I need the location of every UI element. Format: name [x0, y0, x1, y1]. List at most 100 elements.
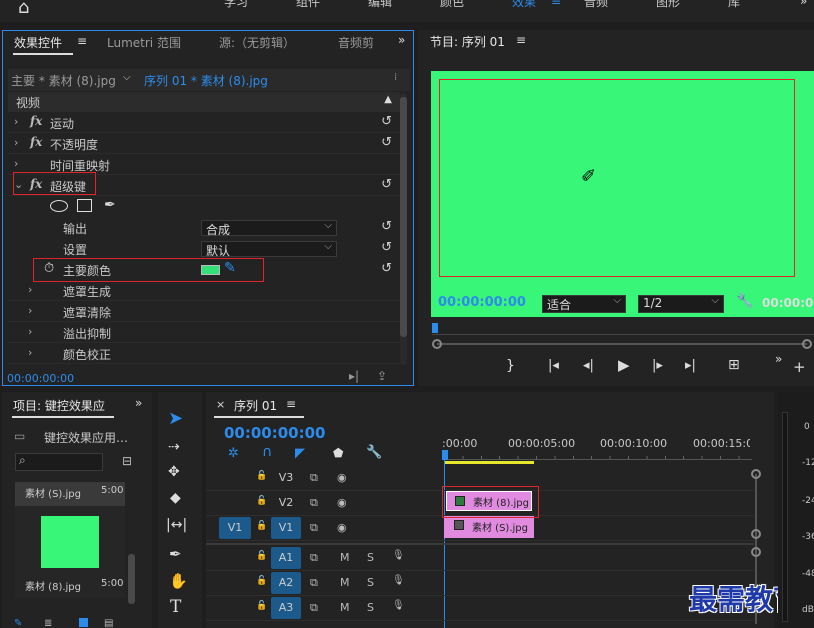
- clip-thumbnail[interactable]: [41, 516, 99, 568]
- sync-lock-icon[interactable]: ⧉: [310, 551, 318, 565]
- param-group-matte-cleanup[interactable]: › 遮罩清除: [8, 302, 400, 322]
- freeform-view-icon[interactable]: ▤: [104, 618, 113, 628]
- overflow-chevron-icon[interactable]: »: [775, 352, 782, 366]
- pen-tool-icon[interactable]: ✒: [169, 545, 182, 563]
- chevron-right-icon[interactable]: ›: [28, 325, 32, 338]
- timeline-title[interactable]: 序列 01: [234, 397, 277, 414]
- hand-tool-icon[interactable]: ✋: [169, 572, 188, 590]
- bin-name[interactable]: 键控效果应用…: [44, 429, 128, 446]
- program-screen[interactable]: ✐: [431, 71, 814, 317]
- reset-icon[interactable]: ↺: [381, 135, 392, 150]
- chevron-right-icon[interactable]: ›: [28, 304, 32, 317]
- track-name-label[interactable]: A2: [271, 572, 301, 594]
- mute-button[interactable]: M: [340, 551, 350, 564]
- step-back-icon[interactable]: ◂|: [583, 358, 594, 373]
- track-row-a1[interactable]: 🔓 A1 ⧉ M S 🎙: [206, 547, 754, 571]
- monitor-scrub-bar[interactable]: [432, 323, 814, 335]
- program-monitor-title[interactable]: 节目: 序列 01: [430, 33, 505, 50]
- sync-lock-icon[interactable]: ⧉: [310, 601, 318, 615]
- lock-icon[interactable]: 🔓: [256, 551, 267, 561]
- sync-lock-icon[interactable]: ⧉: [310, 471, 318, 485]
- timeline-timecode[interactable]: 00:00:00:00: [224, 424, 326, 442]
- lock-icon[interactable]: 🔓: [256, 576, 267, 586]
- rectangle-mask-icon[interactable]: [77, 199, 92, 212]
- workspace-tab-editing[interactable]: 编辑: [368, 0, 392, 10]
- sync-lock-icon[interactable]: ⧉: [310, 496, 318, 510]
- lock-icon[interactable]: 🔓: [256, 601, 267, 611]
- reset-icon[interactable]: ↺: [381, 219, 392, 234]
- wrench-icon[interactable]: 🔧: [736, 293, 753, 309]
- project-scrollbar[interactable]: [128, 554, 135, 604]
- workspace-tab-learn[interactable]: 学习: [224, 0, 248, 10]
- solo-button[interactable]: S: [367, 551, 374, 564]
- effect-row-opacity[interactable]: › fx 不透明度 ↺: [8, 134, 400, 154]
- fx-icon[interactable]: fx: [30, 135, 42, 149]
- playhead-head[interactable]: [442, 450, 448, 460]
- solo-button[interactable]: S: [367, 576, 374, 589]
- clip-v1[interactable]: 素材 (S).jpg: [444, 516, 534, 538]
- chevron-right-icon[interactable]: ›: [28, 283, 32, 296]
- insert-sequence-icon[interactable]: ◤: [295, 446, 305, 461]
- effect-row-time-remap[interactable]: › 时间重映射: [8, 155, 400, 175]
- play-audio-icon[interactable]: ▸|: [349, 369, 359, 383]
- panel-menu-icon[interactable]: ≡: [516, 33, 526, 47]
- mute-button[interactable]: M: [340, 576, 350, 589]
- chevron-right-icon[interactable]: ›: [28, 346, 32, 359]
- track-select-tool-icon[interactable]: ⇢: [168, 439, 180, 455]
- ripple-edit-tool-icon[interactable]: ✥: [168, 464, 180, 480]
- project-item-1[interactable]: 素材 (S).jpg 5:00: [15, 482, 125, 506]
- workspace-tab-color[interactable]: 颜色: [440, 0, 464, 10]
- track-name-label[interactable]: A3: [271, 597, 301, 619]
- timeline-ruler[interactable]: [444, 450, 752, 460]
- tab-source[interactable]: 源:（无剪辑）: [219, 34, 295, 51]
- setting-dropdown[interactable]: 默认 ⌵: [201, 241, 337, 258]
- chevron-down-icon[interactable]: ⌄: [14, 178, 23, 191]
- solo-button[interactable]: S: [367, 601, 374, 614]
- workspace-tab-libraries[interactable]: 库: [728, 0, 740, 10]
- stopwatch-icon[interactable]: ⏱: [44, 261, 54, 276]
- project-title[interactable]: 项目: 键控效果应: [13, 397, 116, 414]
- chevron-down-icon[interactable]: ⌵: [123, 72, 131, 83]
- eye-icon[interactable]: ◉: [337, 521, 347, 534]
- ellipse-mask-icon[interactable]: [50, 200, 68, 212]
- go-to-in-icon[interactable]: |◂: [548, 358, 559, 373]
- linked-selection-icon[interactable]: ∩: [262, 444, 272, 460]
- track-row-a2[interactable]: 🔓 A2 ⧉ M S 🎙: [206, 572, 754, 596]
- fx-icon[interactable]: fx: [30, 114, 42, 128]
- snap-icon[interactable]: ✲: [228, 446, 239, 461]
- insert-icon[interactable]: ⊞: [728, 357, 740, 373]
- master-clip-label[interactable]: 主要 * 素材 (8).jpg: [11, 72, 116, 89]
- collapse-up-icon[interactable]: ▲: [384, 94, 392, 105]
- lock-icon[interactable]: 🔓: [256, 496, 267, 506]
- razor-tool-icon[interactable]: ◆: [170, 490, 181, 506]
- playhead-marker[interactable]: [432, 323, 438, 333]
- selection-tool-icon[interactable]: ➤: [168, 408, 183, 429]
- wrench-icon[interactable]: 🔧: [366, 445, 382, 460]
- source-patch-label[interactable]: V1: [219, 517, 251, 539]
- panel-overflow-icon[interactable]: »: [398, 33, 405, 47]
- video-audio-divider[interactable]: [206, 543, 754, 545]
- clip-v2[interactable]: 素材 (8).jpg: [446, 491, 532, 511]
- track-row-v3[interactable]: 🔓 V3 ⧉ ◉: [206, 467, 754, 491]
- effect-row-motion[interactable]: › fx 运动 ↺: [8, 113, 400, 133]
- workspace-menu-icon[interactable]: ≡: [551, 0, 561, 8]
- reset-icon[interactable]: ↺: [381, 114, 392, 129]
- reset-icon[interactable]: ↺: [381, 261, 392, 276]
- playhead-timecode[interactable]: 00:00:00:00: [438, 295, 526, 310]
- mark-out-icon[interactable]: }: [506, 358, 515, 374]
- slip-tool-icon[interactable]: |↔|: [166, 517, 187, 533]
- panel-menu-icon[interactable]: ≡: [286, 397, 296, 411]
- track-name-label[interactable]: A1: [271, 547, 301, 569]
- fit-dropdown[interactable]: 适合 ⌵: [542, 295, 626, 313]
- project-item-2[interactable]: 素材 (8).jpg 5:00: [15, 506, 125, 598]
- pen-mask-icon[interactable]: ✒: [104, 197, 116, 213]
- workspace-tab-effects[interactable]: 效果: [512, 0, 536, 10]
- effect-row-ultra-key[interactable]: ⌄ fx 超级键 ↺: [8, 176, 400, 196]
- param-group-color-correction[interactable]: › 颜色校正: [8, 344, 400, 364]
- lock-icon[interactable]: 🔓: [256, 521, 267, 531]
- microphone-icon[interactable]: 🎙: [392, 550, 405, 561]
- key-color-swatch[interactable]: [201, 265, 220, 275]
- workspace-tab-audio[interactable]: 音频: [584, 0, 608, 10]
- zoom-handle-right[interactable]: [802, 339, 812, 349]
- panel-overflow-icon[interactable]: »: [135, 396, 142, 410]
